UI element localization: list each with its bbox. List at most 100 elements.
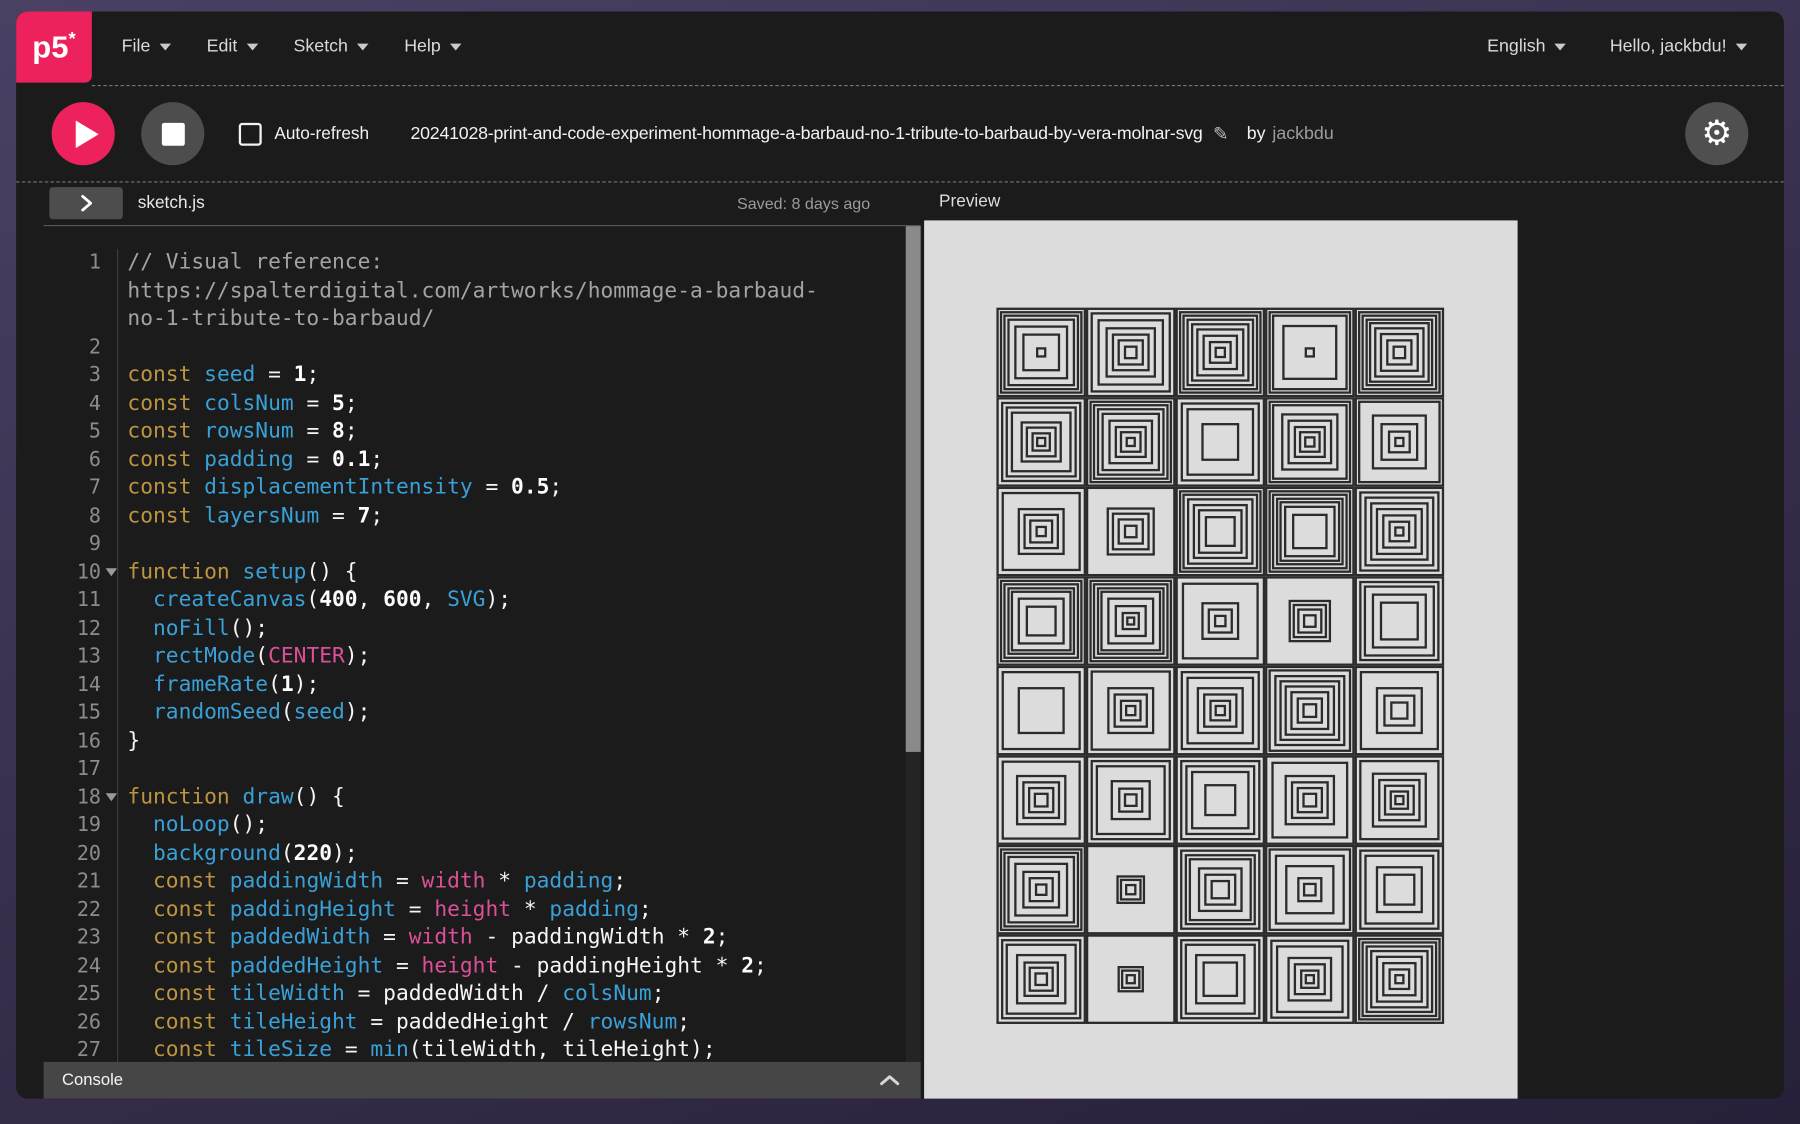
- line-number[interactable]: 21: [44, 867, 119, 896]
- line-number[interactable]: 27: [44, 1036, 119, 1062]
- code-line: 9: [44, 530, 921, 559]
- author-link[interactable]: jackbdu: [1272, 123, 1333, 144]
- nav-right: English Hello, jackbdu!: [1487, 11, 1748, 82]
- account-menu[interactable]: Hello, jackbdu!: [1609, 36, 1748, 58]
- sidebar-collapse-button[interactable]: [49, 187, 123, 220]
- chevron-up-icon[interactable]: [879, 1073, 900, 1087]
- line-number[interactable]: 7: [44, 474, 119, 503]
- menu-file[interactable]: File: [121, 36, 172, 58]
- code-text: const padding = 0.1;: [127, 447, 384, 472]
- tab-sketch-js[interactable]: sketch.js: [138, 193, 205, 213]
- editor-panel: sketch.js Saved: 8 days ago 1// Visual r…: [16, 183, 923, 1099]
- menu-file-label: File: [121, 36, 151, 57]
- line-number[interactable]: 19: [44, 811, 119, 840]
- line-number[interactable]: 26: [44, 1008, 119, 1037]
- language-menu[interactable]: English: [1487, 36, 1567, 58]
- tile: [1175, 486, 1266, 577]
- chevron-down-icon: [159, 43, 172, 51]
- line-number[interactable]: 20: [44, 839, 119, 868]
- window-frame: p5 * File Edit Sketch Help English Hello…: [0, 0, 1800, 1124]
- code-line: 11 createCanvas(400, 600, SVG);: [44, 586, 921, 615]
- code-text: createCanvas(400, 600, SVG);: [153, 587, 512, 612]
- tile: [1085, 755, 1176, 845]
- line-number[interactable]: 12: [44, 614, 119, 643]
- console-bar[interactable]: Console: [43, 1061, 921, 1099]
- language-label: English: [1487, 36, 1546, 57]
- line-number[interactable]: 1: [44, 249, 119, 334]
- tile: [1265, 397, 1355, 487]
- code-text: noLoop();: [153, 812, 269, 837]
- settings-button[interactable]: ⚙: [1685, 102, 1749, 166]
- line-number[interactable]: 14: [44, 670, 119, 700]
- saved-status: Saved: 8 days ago: [737, 194, 871, 213]
- line-number[interactable]: 24: [44, 952, 119, 981]
- line-number[interactable]: 8: [44, 502, 119, 531]
- code-text: const paddingWidth = width * padding;: [153, 869, 627, 894]
- tile: [1354, 665, 1445, 756]
- line-number[interactable]: 18: [44, 783, 119, 812]
- tile: [1265, 486, 1355, 577]
- tile: [1265, 844, 1355, 935]
- fold-arrow-icon[interactable]: [105, 567, 118, 576]
- line-number[interactable]: 11: [44, 586, 119, 615]
- line-number[interactable]: 5: [44, 417, 119, 446]
- pencil-icon[interactable]: ✎: [1213, 122, 1228, 145]
- editor-header: sketch.js Saved: 8 days ago: [16, 183, 923, 225]
- code-line: 24 const paddedHeight = height - padding…: [44, 952, 921, 981]
- line-number[interactable]: 3: [44, 361, 119, 390]
- line-number[interactable]: 2: [44, 333, 119, 362]
- line-number[interactable]: 10: [44, 558, 119, 587]
- code-line: 16}: [44, 727, 921, 756]
- code-line: 13 rectMode(CENTER);: [44, 642, 921, 671]
- menu-sketch-label: Sketch: [293, 36, 348, 57]
- tile: [996, 576, 1086, 666]
- account-greeting: Hello, jackbdu!: [1609, 36, 1727, 57]
- code-editor[interactable]: 1// Visual reference: https://spalterdig…: [43, 225, 921, 1062]
- code-line: 10 function setup() {: [44, 558, 921, 587]
- play-button[interactable]: [51, 102, 115, 166]
- line-number[interactable]: 13: [44, 642, 119, 671]
- tile: [1085, 307, 1176, 398]
- code-text: const layersNum = 7;: [127, 503, 384, 528]
- toolbar: Auto-refresh 20241028-print-and-code-exp…: [16, 86, 1784, 181]
- menu-bar: File Edit Sketch Help: [122, 11, 462, 82]
- line-number[interactable]: 9: [44, 530, 119, 559]
- tile: [1354, 755, 1445, 845]
- code-text: randomSeed(seed);: [153, 700, 371, 725]
- stop-button[interactable]: [141, 102, 205, 166]
- line-number[interactable]: 16: [44, 727, 119, 756]
- menu-sketch[interactable]: Sketch: [294, 37, 369, 58]
- tile: [1085, 844, 1176, 935]
- line-number[interactable]: 23: [44, 924, 119, 953]
- tile: [1354, 307, 1445, 398]
- tile: [1265, 576, 1355, 666]
- chevron-right-icon: [81, 194, 93, 212]
- menu-help[interactable]: Help: [404, 37, 462, 58]
- sketch-title[interactable]: 20241028-print-and-code-experiment-homma…: [410, 123, 1202, 144]
- code-line: 12 noFill();: [44, 614, 921, 643]
- code-text: const tileWidth = paddedWidth / colsNum;: [153, 981, 665, 1006]
- code-line: 19 noLoop();: [44, 811, 921, 840]
- line-number[interactable]: 17: [44, 755, 119, 784]
- code-text: const paddedHeight = height - paddingHei…: [153, 953, 767, 978]
- tile: [1265, 755, 1355, 845]
- p5-logo[interactable]: p5 *: [16, 11, 92, 83]
- play-icon: [75, 119, 99, 148]
- tile: [996, 307, 1086, 398]
- editor-scrollbar-thumb[interactable]: [905, 226, 921, 752]
- tile: [996, 665, 1086, 756]
- line-number[interactable]: 15: [44, 699, 119, 728]
- editor-scrollbar[interactable]: [905, 226, 921, 1062]
- line-number[interactable]: 6: [44, 445, 119, 475]
- fold-arrow-icon[interactable]: [105, 792, 118, 801]
- tile: [996, 397, 1086, 487]
- console-label: Console: [61, 1071, 124, 1090]
- line-number[interactable]: 22: [44, 895, 119, 925]
- menu-edit[interactable]: Edit: [207, 37, 258, 58]
- tile: [1265, 665, 1355, 756]
- tile: [1175, 665, 1266, 756]
- line-number[interactable]: 4: [44, 389, 119, 418]
- auto-refresh-checkbox[interactable]: [238, 122, 262, 146]
- tile: [1175, 934, 1266, 1024]
- line-number[interactable]: 25: [44, 980, 119, 1009]
